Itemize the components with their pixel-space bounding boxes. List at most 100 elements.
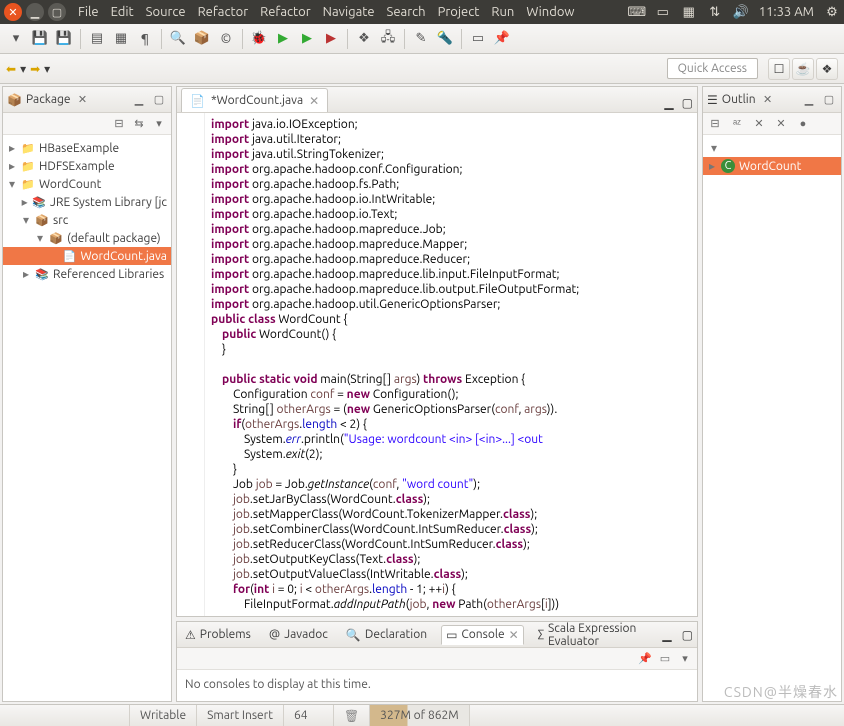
- window-close-icon[interactable]: ✕: [4, 3, 22, 21]
- code-body[interactable]: import java.io.IOException; import java.…: [205, 113, 697, 616]
- sort-icon[interactable]: ⊟: [707, 116, 723, 132]
- menu-edit[interactable]: Edit: [111, 5, 134, 19]
- disclosure-icon[interactable]: ▸: [21, 267, 31, 281]
- nav-back-menu-button[interactable]: ▾: [20, 62, 26, 76]
- indicator-battery-icon[interactable]: ▭: [655, 4, 671, 20]
- indicator-gear-icon[interactable]: ⚙: [824, 4, 840, 20]
- minimize-view-icon[interactable]: ▁: [131, 92, 147, 108]
- bottom-tab-console[interactable]: ▭Console ✕: [441, 625, 524, 645]
- window-maximize-icon[interactable]: ▢: [48, 3, 66, 21]
- show-ws-button[interactable]: ¶: [135, 29, 155, 49]
- bottom-tab-problems[interactable]: ⚠Problems: [181, 626, 255, 644]
- outline-max-icon[interactable]: ▢: [821, 92, 837, 108]
- disclosure-icon[interactable]: ▸: [7, 141, 17, 155]
- view-close-icon[interactable]: ✕: [75, 92, 91, 108]
- menu-navigate[interactable]: Navigate: [323, 5, 375, 19]
- debug-button[interactable]: 🐞: [249, 29, 269, 49]
- run-button[interactable]: ▶: [273, 29, 293, 49]
- new-class-button[interactable]: ©: [216, 29, 236, 49]
- display-console-icon[interactable]: ▭: [657, 651, 673, 667]
- indicator-keyboard-icon[interactable]: ⌨: [629, 4, 645, 20]
- new-server-button[interactable]: 🖧: [378, 29, 398, 49]
- search-button[interactable]: 🔦: [435, 29, 455, 49]
- maximize-view-icon[interactable]: ▢: [151, 92, 167, 108]
- collapse-all-icon[interactable]: ⊟: [111, 116, 127, 132]
- bottom-tab-declaration[interactable]: 🔍Declaration: [342, 626, 431, 644]
- open-perspective-button[interactable]: ☐: [768, 58, 790, 80]
- indicator-calendar-icon[interactable]: ▦: [681, 4, 697, 20]
- outline-min-icon[interactable]: ▁: [801, 92, 817, 108]
- block-select-button[interactable]: ▦: [111, 29, 131, 49]
- hide-static-icon[interactable]: ✕: [751, 116, 767, 132]
- link-editor-icon[interactable]: ⇆: [131, 116, 147, 132]
- indicator-network-icon[interactable]: ⇅: [707, 4, 723, 20]
- package-tree[interactable]: ▸📁HBaseExample▸📁HDFSExample▾📁WordCount▸📚…: [3, 135, 171, 701]
- bottom-tab-scala-expression-evaluator[interactable]: ∑Scala Expression Evaluator: [534, 620, 643, 650]
- view-menu-icon[interactable]: ▾: [151, 116, 167, 132]
- disclosure-icon[interactable]: ▾: [35, 231, 45, 245]
- open-type-button[interactable]: 🔍: [168, 29, 188, 49]
- coverage-button[interactable]: ▶: [321, 29, 341, 49]
- code-editor[interactable]: import java.io.IOException; import java.…: [177, 113, 697, 616]
- hide-local-icon[interactable]: ●: [795, 116, 811, 132]
- tab-label: Javadoc: [284, 628, 328, 641]
- quick-access-input[interactable]: Quick Access: [667, 58, 758, 79]
- new-package-button[interactable]: 📦: [192, 29, 212, 49]
- toggle-breadcrumb-button[interactable]: ▭: [468, 29, 488, 49]
- new-button[interactable]: ▾: [6, 29, 26, 49]
- editor-max-icon[interactable]: ▢: [682, 96, 693, 110]
- hide-nonpublic-icon[interactable]: ✕: [773, 116, 789, 132]
- tree-item[interactable]: ▸📁HDFSExample: [3, 157, 171, 175]
- tree-item[interactable]: ▸📚JRE System Library [jc: [3, 193, 171, 211]
- run-last-button[interactable]: ▶: [297, 29, 317, 49]
- tree-item[interactable]: ▾📦src: [3, 211, 171, 229]
- bottom-max-icon[interactable]: ▢: [682, 628, 693, 642]
- menu-source[interactable]: Source: [146, 5, 186, 19]
- menu-refactor[interactable]: Refactor: [198, 5, 249, 19]
- menu-refactor[interactable]: Refactor: [260, 5, 311, 19]
- close-icon[interactable]: ✕: [509, 628, 519, 642]
- editor-min-icon[interactable]: ▁: [664, 96, 673, 110]
- close-tab-icon[interactable]: ✕: [309, 94, 319, 108]
- window-minimize-icon[interactable]: ▁: [26, 3, 44, 21]
- nav-fwd-menu-button[interactable]: ▾: [44, 62, 50, 76]
- indicator-sound-icon[interactable]: 🔊: [733, 4, 749, 20]
- tree-item[interactable]: ▸📁HBaseExample: [3, 139, 171, 157]
- heap-status[interactable]: 327M of 862M: [370, 705, 470, 726]
- pin-console-icon[interactable]: 📌: [637, 651, 653, 667]
- menu-search[interactable]: Search: [387, 5, 426, 19]
- toggle-wrap-button[interactable]: ▤: [87, 29, 107, 49]
- menu-run[interactable]: Run: [491, 5, 514, 19]
- editor-tab-wordcount[interactable]: 📄 *WordCount.java ✕: [181, 88, 328, 112]
- save-all-button[interactable]: 💾: [54, 29, 74, 49]
- tree-item[interactable]: ▾📁WordCount: [3, 175, 171, 193]
- java-perspective-button[interactable]: ☕: [792, 58, 814, 80]
- save-button[interactable]: 💾: [30, 29, 50, 49]
- other-perspective-button[interactable]: ❖: [816, 58, 838, 80]
- hide-fields-icon[interactable]: ᵃᶻ: [729, 116, 745, 132]
- nav-back-button[interactable]: ⬅: [6, 62, 16, 76]
- disclosure-icon[interactable]: ▸: [7, 159, 17, 173]
- gc-button[interactable]: 🗑: [334, 705, 370, 726]
- new-jpa-button[interactable]: ❖: [354, 29, 374, 49]
- menu-file[interactable]: File: [78, 5, 99, 19]
- bottom-tab-javadoc[interactable]: @Javadoc: [265, 626, 332, 643]
- bottom-min-icon[interactable]: ▁: [662, 628, 671, 642]
- menu-window[interactable]: Window: [526, 5, 574, 19]
- editor-gutter[interactable]: [177, 113, 205, 616]
- tree-item[interactable]: ▸📚Referenced Libraries: [3, 265, 171, 283]
- outline-close-icon[interactable]: ✕: [760, 92, 776, 108]
- outline-item-wordcount[interactable]: ▸ C WordCount: [703, 157, 841, 175]
- tree-item[interactable]: ▾📦(default package): [3, 229, 171, 247]
- clock[interactable]: 11:33 AM: [759, 5, 814, 19]
- disclosure-icon[interactable]: ▾: [21, 213, 31, 227]
- open-task-button[interactable]: ✎: [411, 29, 431, 49]
- disclosure-icon[interactable]: ▾: [7, 177, 17, 191]
- outline-tree[interactable]: ▾ ▸ C WordCount: [703, 135, 841, 701]
- menu-project[interactable]: Project: [438, 5, 480, 19]
- nav-fwd-button[interactable]: ➡: [30, 62, 40, 76]
- open-console-icon[interactable]: ▾: [677, 651, 693, 667]
- tree-item[interactable]: 📄WordCount.java: [3, 247, 171, 265]
- pin-button[interactable]: 📌: [492, 29, 512, 49]
- disclosure-icon[interactable]: ▸: [21, 195, 28, 209]
